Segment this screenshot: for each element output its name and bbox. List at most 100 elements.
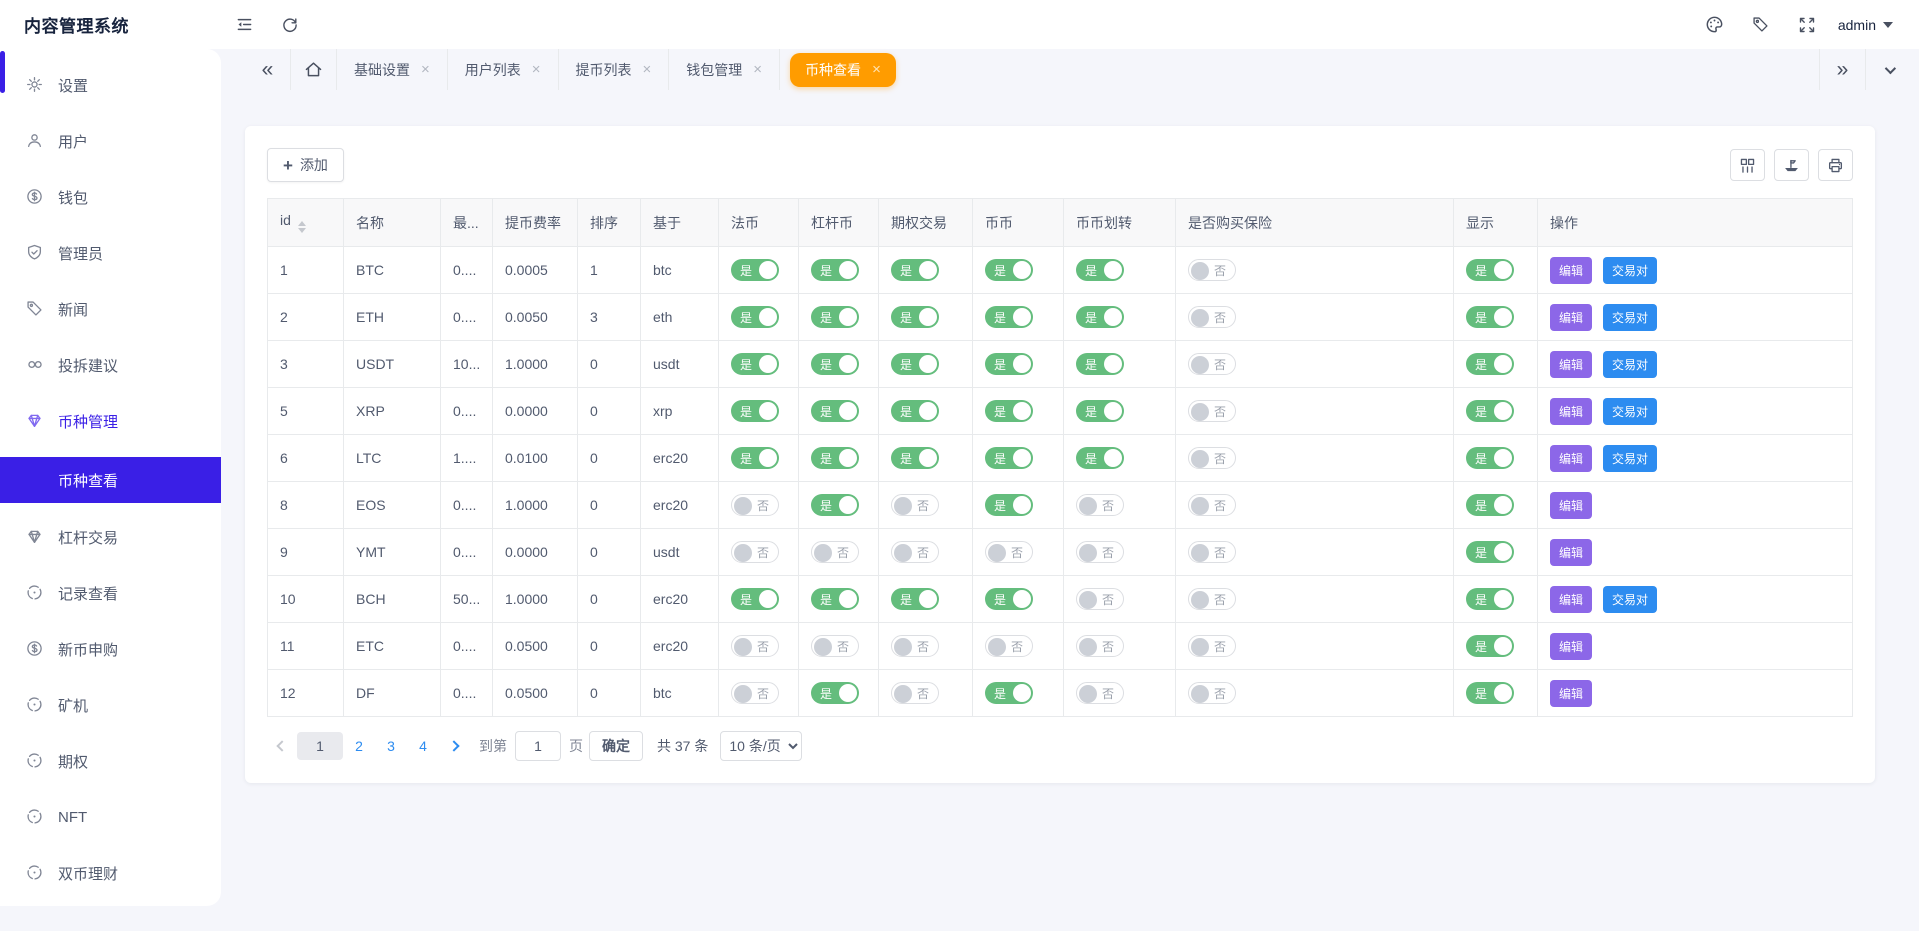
tab-user-list[interactable]: 用户列表 × bbox=[448, 49, 559, 90]
insurance-toggle[interactable]: 否 bbox=[1188, 400, 1236, 422]
tab-base-settings[interactable]: 基础设置 × bbox=[337, 49, 448, 90]
option-toggle[interactable]: 是 bbox=[891, 306, 939, 328]
show-toggle[interactable]: 是 bbox=[1466, 635, 1514, 657]
edit-button[interactable]: 编辑 bbox=[1550, 679, 1593, 707]
sidebar-item-dual-finance[interactable]: 双币理财 bbox=[0, 853, 221, 893]
option-toggle[interactable]: 是 bbox=[891, 353, 939, 375]
leverage-toggle[interactable]: 是 bbox=[811, 682, 859, 704]
fabi-toggle[interactable]: 否 bbox=[731, 635, 779, 657]
insurance-toggle[interactable]: 否 bbox=[1188, 494, 1236, 516]
tab-withdraw-list[interactable]: 提币列表 × bbox=[559, 49, 670, 90]
sidebar-subitem-coin-view[interactable]: 币种查看 bbox=[0, 457, 221, 503]
transfer-toggle[interactable]: 否 bbox=[1076, 541, 1124, 563]
next-page-button[interactable] bbox=[439, 732, 469, 760]
transfer-toggle[interactable]: 是 bbox=[1076, 400, 1124, 422]
option-toggle[interactable]: 是 bbox=[891, 259, 939, 281]
page-button-4[interactable]: 4 bbox=[407, 732, 439, 760]
option-toggle[interactable]: 否 bbox=[891, 541, 939, 563]
leverage-toggle[interactable]: 是 bbox=[811, 447, 859, 469]
sort-desc-icon[interactable] bbox=[297, 228, 306, 233]
edit-button[interactable]: 编辑 bbox=[1550, 444, 1593, 472]
option-toggle[interactable]: 是 bbox=[891, 447, 939, 469]
fabi-toggle[interactable]: 是 bbox=[731, 353, 779, 375]
sidebar-item-record-view[interactable]: 记录查看 bbox=[0, 573, 221, 613]
tab-coin-view[interactable]: 币种查看 × bbox=[790, 52, 896, 87]
transfer-toggle[interactable]: 是 bbox=[1076, 447, 1124, 469]
add-button[interactable]: + 添加 bbox=[267, 148, 344, 182]
bibi-toggle[interactable]: 是 bbox=[985, 259, 1033, 281]
page-size-select[interactable]: 10 条/页 bbox=[720, 731, 803, 761]
edit-button[interactable]: 编辑 bbox=[1550, 491, 1593, 519]
option-toggle[interactable]: 否 bbox=[891, 682, 939, 704]
sidebar-item-news[interactable]: 新闻 bbox=[0, 289, 221, 329]
edit-button[interactable]: 编辑 bbox=[1550, 256, 1593, 284]
insurance-toggle[interactable]: 否 bbox=[1188, 682, 1236, 704]
transfer-toggle[interactable]: 是 bbox=[1076, 259, 1124, 281]
edit-button[interactable]: 编辑 bbox=[1550, 350, 1593, 378]
refresh-icon[interactable] bbox=[267, 0, 313, 49]
tab-close-icon[interactable]: × bbox=[421, 62, 430, 77]
fabi-toggle[interactable]: 是 bbox=[731, 447, 779, 469]
page-button-3[interactable]: 3 bbox=[375, 732, 407, 760]
sidebar-item-new-coin[interactable]: 新币申购 bbox=[0, 629, 221, 669]
transfer-toggle[interactable]: 是 bbox=[1076, 353, 1124, 375]
transfer-toggle[interactable]: 是 bbox=[1076, 306, 1124, 328]
page-button-1[interactable]: 1 bbox=[297, 732, 343, 760]
leverage-toggle[interactable]: 是 bbox=[811, 353, 859, 375]
show-toggle[interactable]: 是 bbox=[1466, 682, 1514, 704]
option-toggle[interactable]: 否 bbox=[891, 635, 939, 657]
fabi-toggle[interactable]: 是 bbox=[731, 259, 779, 281]
bibi-toggle[interactable]: 是 bbox=[985, 400, 1033, 422]
insurance-toggle[interactable]: 否 bbox=[1188, 353, 1236, 375]
bibi-toggle[interactable]: 否 bbox=[985, 541, 1033, 563]
transfer-toggle[interactable]: 否 bbox=[1076, 588, 1124, 610]
confirm-button[interactable]: 确定 bbox=[589, 731, 643, 761]
sidebar-item-settings[interactable]: 设置 bbox=[0, 65, 221, 105]
transfer-toggle[interactable]: 否 bbox=[1076, 494, 1124, 516]
option-toggle[interactable]: 是 bbox=[891, 400, 939, 422]
show-toggle[interactable]: 是 bbox=[1466, 494, 1514, 516]
menu-collapse-icon[interactable] bbox=[221, 0, 267, 49]
fabi-toggle[interactable]: 否 bbox=[731, 494, 779, 516]
bibi-toggle[interactable]: 是 bbox=[985, 682, 1033, 704]
show-toggle[interactable]: 是 bbox=[1466, 588, 1514, 610]
bibi-toggle[interactable]: 是 bbox=[985, 447, 1033, 469]
bibi-toggle[interactable]: 否 bbox=[985, 635, 1033, 657]
edit-button[interactable]: 编辑 bbox=[1550, 632, 1593, 660]
leverage-toggle[interactable]: 是 bbox=[811, 588, 859, 610]
pair-button[interactable]: 交易对 bbox=[1603, 444, 1658, 472]
admin-menu[interactable]: admin bbox=[1830, 17, 1901, 33]
edit-button[interactable]: 编辑 bbox=[1550, 397, 1593, 425]
page-button-2[interactable]: 2 bbox=[343, 732, 375, 760]
home-tab-button[interactable] bbox=[291, 49, 337, 90]
scroll-tabs-right-button[interactable]: » bbox=[1819, 49, 1865, 90]
insurance-toggle[interactable]: 否 bbox=[1188, 447, 1236, 469]
show-toggle[interactable]: 是 bbox=[1466, 306, 1514, 328]
show-toggle[interactable]: 是 bbox=[1466, 259, 1514, 281]
fabi-toggle[interactable]: 否 bbox=[731, 541, 779, 563]
pair-button[interactable]: 交易对 bbox=[1603, 397, 1658, 425]
fullscreen-icon[interactable] bbox=[1784, 0, 1830, 49]
pair-button[interactable]: 交易对 bbox=[1603, 256, 1658, 284]
pair-button[interactable]: 交易对 bbox=[1603, 303, 1658, 331]
pair-button[interactable]: 交易对 bbox=[1603, 585, 1658, 613]
show-toggle[interactable]: 是 bbox=[1466, 353, 1514, 375]
sidebar-item-admins[interactable]: 管理员 bbox=[0, 233, 221, 273]
transfer-toggle[interactable]: 否 bbox=[1076, 682, 1124, 704]
edit-button[interactable]: 编辑 bbox=[1550, 303, 1593, 331]
tab-close-icon[interactable]: × bbox=[753, 62, 762, 77]
fabi-toggle[interactable]: 是 bbox=[731, 306, 779, 328]
fabi-toggle[interactable]: 是 bbox=[731, 400, 779, 422]
export-button[interactable] bbox=[1774, 149, 1809, 181]
show-toggle[interactable]: 是 bbox=[1466, 400, 1514, 422]
show-toggle[interactable]: 是 bbox=[1466, 447, 1514, 469]
tag-icon[interactable] bbox=[1738, 0, 1784, 49]
bibi-toggle[interactable]: 是 bbox=[985, 353, 1033, 375]
scroll-tabs-left-button[interactable]: « bbox=[245, 49, 291, 90]
pair-button[interactable]: 交易对 bbox=[1603, 350, 1658, 378]
tab-close-icon[interactable]: × bbox=[872, 62, 881, 77]
sidebar-item-wallet[interactable]: 钱包 bbox=[0, 177, 221, 217]
insurance-toggle[interactable]: 否 bbox=[1188, 259, 1236, 281]
sidebar-item-users[interactable]: 用户 bbox=[0, 121, 221, 161]
bibi-toggle[interactable]: 是 bbox=[985, 588, 1033, 610]
